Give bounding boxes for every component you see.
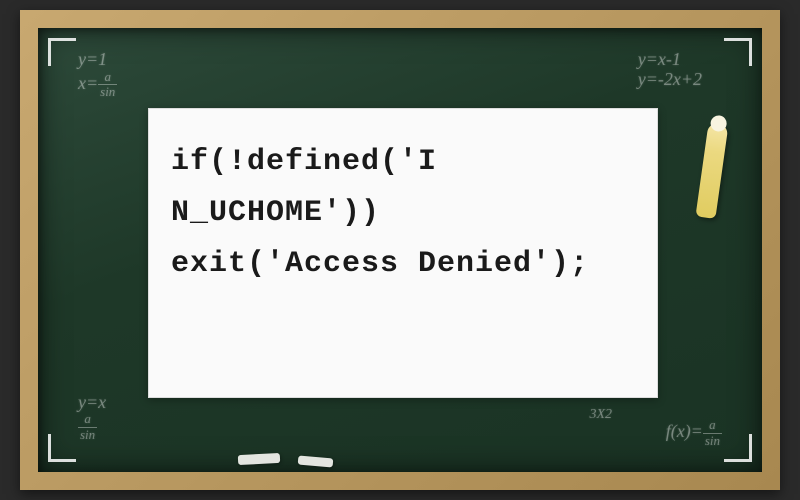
deco-text: 3X2 [589,407,612,422]
deco-text: f(x)=asin [666,418,722,448]
chalkboard: y=1 x=asin y=x-1 y=-2x+2 y=x asin 3X2 f(… [38,28,762,472]
chalk-piece [238,453,280,465]
chalk-tip [710,114,728,132]
math-decoration-br2: 3X2 [589,407,612,422]
math-decoration-br: f(x)=asin [666,418,722,448]
paper-note: if(!defined('I N_UCHOME')) exit('Access … [148,108,658,398]
deco-text: y=x [78,393,106,413]
chalk-piece [298,455,334,467]
code-line: N_UCHOME')) [171,188,635,239]
corner-bracket-bl [48,434,76,462]
deco-text: x=asin [78,70,117,100]
deco-text: y=x-1 [638,50,702,70]
math-decoration-tr: y=x-1 y=-2x+2 [638,50,702,90]
chalk-stick [695,122,728,219]
corner-bracket-br [724,434,752,462]
deco-text: y=1 [78,50,117,70]
code-line: exit('Access Denied'); [171,239,635,290]
deco-text: y=-2x+2 [638,70,702,90]
deco-text: asin [78,412,106,442]
corner-bracket-tl [48,38,76,66]
math-decoration-bl: y=x asin [78,393,106,442]
corner-bracket-tr [724,38,752,66]
code-line: if(!defined('I [171,137,635,188]
chalkboard-frame: y=1 x=asin y=x-1 y=-2x+2 y=x asin 3X2 f(… [20,10,780,490]
math-decoration-tl: y=1 x=asin [78,50,117,99]
